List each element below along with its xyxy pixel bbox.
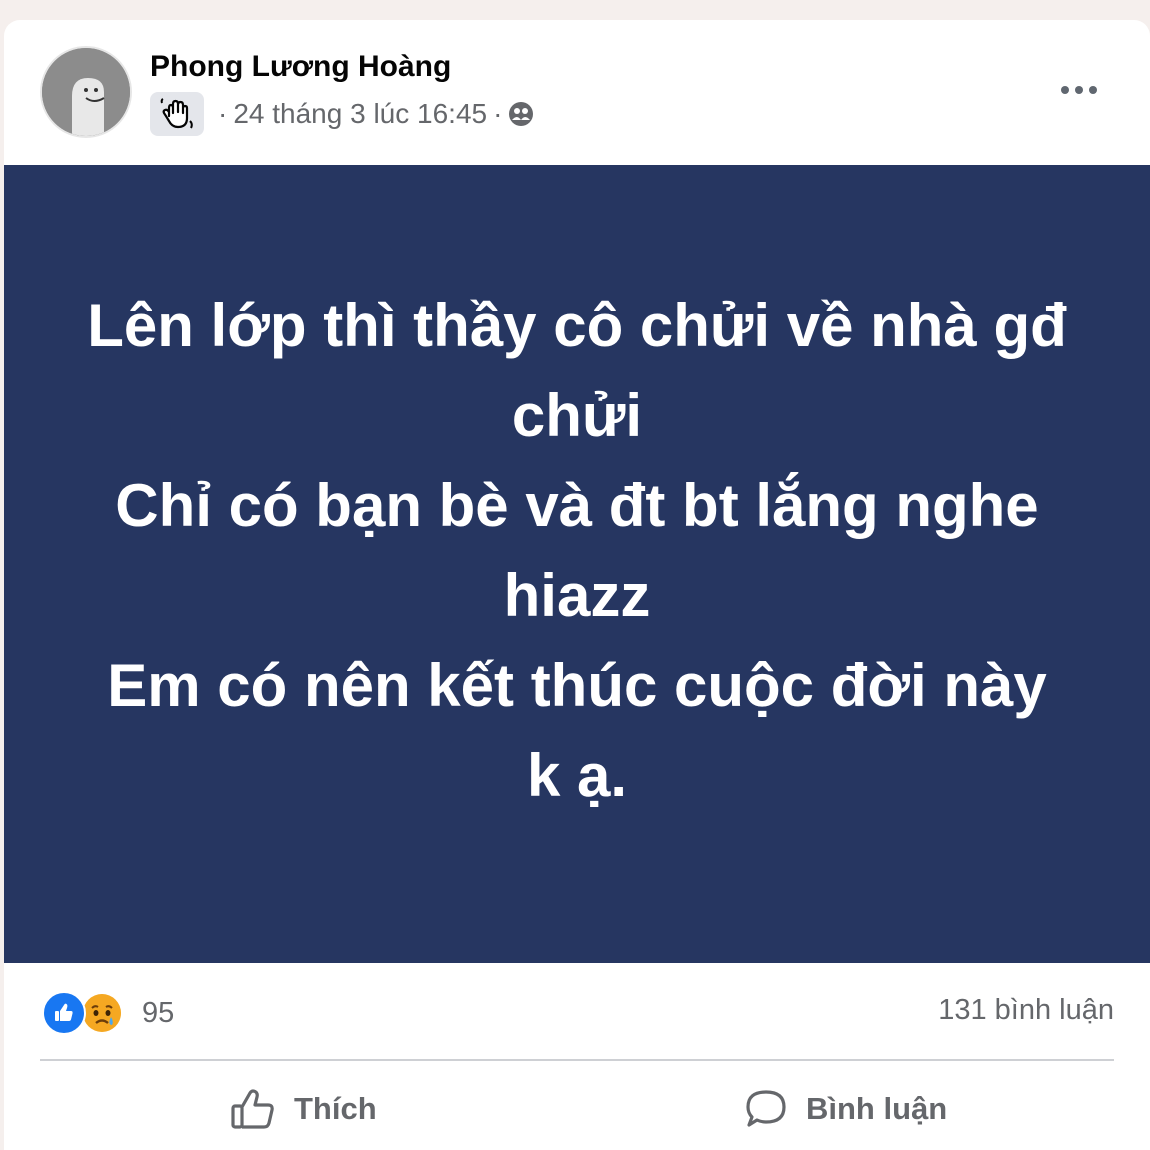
- comments-count[interactable]: 131 bình luận: [938, 994, 1114, 1027]
- divider: [40, 1059, 1114, 1061]
- post-timestamp[interactable]: 24 tháng 3 lúc 16:45: [233, 98, 487, 130]
- comment-button[interactable]: Bình luận: [744, 1082, 947, 1136]
- meta-separator: ·: [493, 98, 503, 129]
- reactions-summary[interactable]: 95: [42, 990, 174, 1036]
- comment-label: Bình luận: [806, 1091, 948, 1126]
- meta-separator: ·: [218, 98, 228, 129]
- thumbs-up-icon: [231, 1089, 274, 1129]
- post-card: Phong Lương Hoàng · 24 tháng 3 lúc 16:45…: [4, 20, 1150, 1150]
- comment-bubble-icon: [746, 1090, 786, 1127]
- friends-audience-icon[interactable]: [508, 101, 534, 127]
- post-meta: · 24 tháng 3 lúc 16:45 ·: [150, 92, 534, 136]
- sad-reaction-icon: [80, 991, 124, 1035]
- more-options-icon[interactable]: [1052, 78, 1106, 102]
- reaction-count: 95: [142, 996, 175, 1029]
- like-button[interactable]: Thích: [230, 1082, 377, 1136]
- like-reaction-icon: [42, 991, 86, 1035]
- avatar-image: [42, 48, 130, 136]
- waving-hand-icon[interactable]: [150, 92, 204, 136]
- like-label: Thích: [294, 1091, 377, 1126]
- avatar[interactable]: [40, 46, 132, 138]
- post-background: Lên lớp thì thầy cô chửi về nhà gđ chửi …: [4, 165, 1150, 963]
- author-name[interactable]: Phong Lương Hoàng: [150, 50, 451, 84]
- post-text: Lên lớp thì thầy cô chửi về nhà gđ chửi …: [87, 292, 1067, 809]
